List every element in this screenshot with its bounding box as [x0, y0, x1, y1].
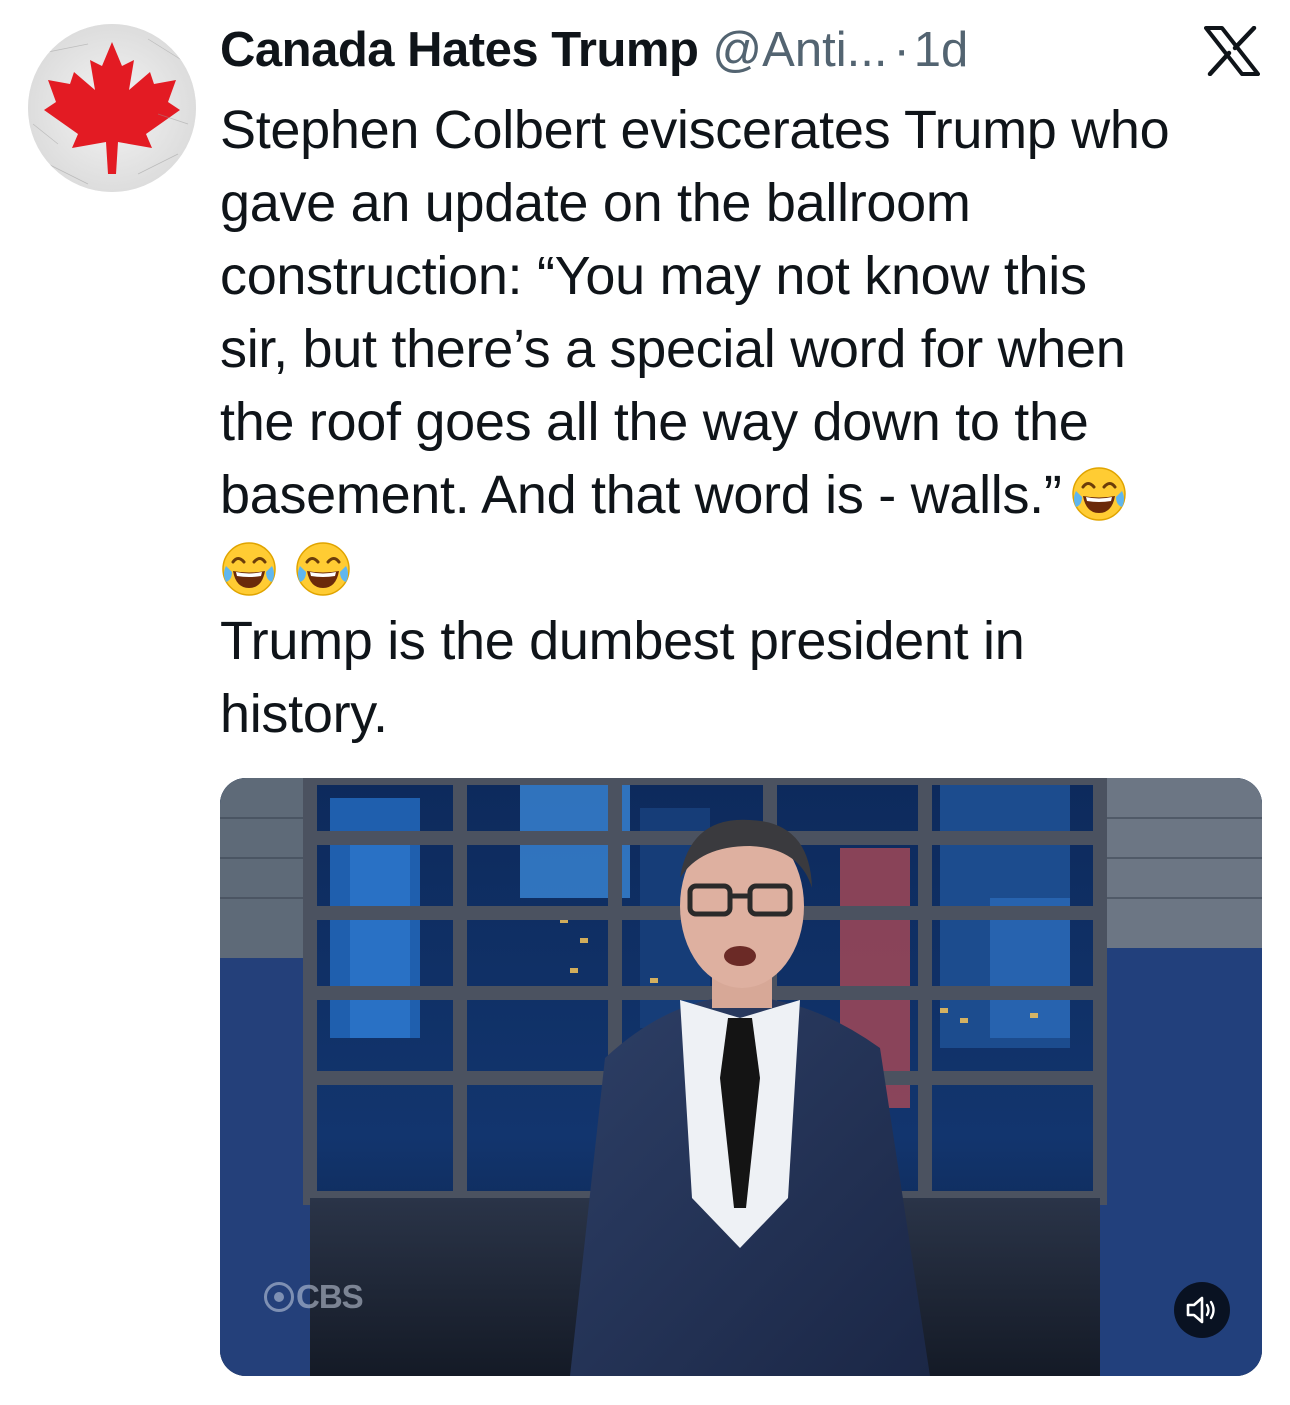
- tweet-text: Stephen Colbert eviscerates Trump who ga…: [220, 94, 1270, 751]
- tweet-line: history.: [220, 684, 388, 744]
- tweet-line: Trump is the dumbest president in: [220, 611, 1025, 671]
- tweet-line: basement. And that word is - walls.”: [220, 465, 1062, 525]
- user-handle[interactable]: @Anti...: [712, 22, 887, 78]
- tweet-paragraph-1: Stephen Colbert eviscerates Trump who ga…: [220, 94, 1270, 532]
- tweet-line: the roof goes all the way down to the: [220, 392, 1089, 452]
- separator: ·: [893, 23, 910, 77]
- emoji-row: [220, 532, 1270, 605]
- mute-button[interactable]: [1174, 1282, 1230, 1338]
- cbs-watermark: CBS: [264, 1278, 364, 1316]
- laughing-crying-emoji-icon: [1070, 465, 1128, 523]
- tweet-paragraph-2: Trump is the dumbest president in histor…: [220, 605, 1270, 751]
- tweet-line: Stephen Colbert eviscerates Trump who: [220, 100, 1170, 160]
- cbs-eye-icon: [264, 1282, 294, 1312]
- laughing-crying-emoji-icon: [294, 540, 352, 598]
- video-player[interactable]: CBS: [220, 778, 1262, 1376]
- display-name[interactable]: Canada Hates Trump: [220, 22, 699, 78]
- speaker-icon: [1186, 1296, 1215, 1324]
- timestamp[interactable]: 1d: [914, 22, 969, 78]
- tweet-line: construction: “You may not know this: [220, 246, 1087, 306]
- x-logo-icon[interactable]: [1204, 25, 1260, 77]
- tweet-header: Canada Hates Trump @Anti... · 1d: [220, 18, 1080, 82]
- watermark-label: CBS: [296, 1278, 364, 1315]
- avatar[interactable]: [28, 24, 196, 192]
- laughing-crying-emoji-icon: [220, 540, 278, 598]
- tweet[interactable]: Canada Hates Trump @Anti... · 1d Stephen…: [0, 0, 1290, 1405]
- tweet-line: sir, but there’s a special word for when: [220, 319, 1126, 379]
- maple-leaf-icon: [28, 24, 196, 192]
- video-frame: [220, 778, 1262, 1376]
- tweet-line: gave an update on the ballroom: [220, 173, 971, 233]
